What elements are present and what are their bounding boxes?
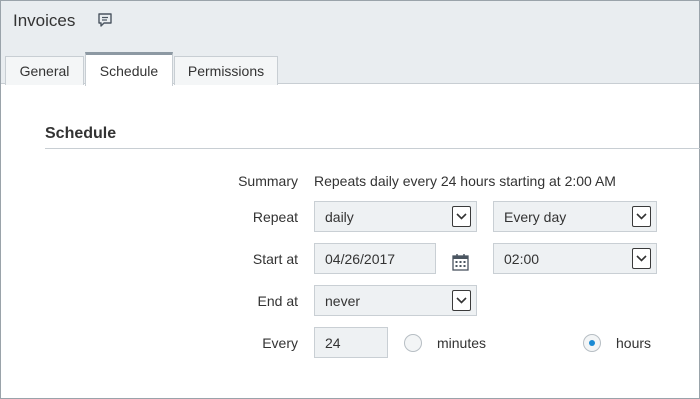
every-label: Every (262, 335, 298, 351)
minutes-radio-label[interactable]: minutes (437, 335, 486, 351)
minutes-radio[interactable] (404, 334, 422, 352)
dialog-frame: Invoices General Schedule Permissions Sc… (0, 0, 700, 399)
section-title: Schedule (45, 125, 117, 142)
chevron-down-icon[interactable] (632, 248, 651, 269)
header-bar: Invoices General Schedule Permissions (1, 1, 699, 86)
start-time-select[interactable]: 02:00 (493, 243, 657, 274)
window-title: Invoices (13, 11, 76, 30)
chevron-down-icon[interactable] (452, 290, 471, 311)
tab-general[interactable]: General (5, 56, 84, 85)
tab-schedule[interactable]: Schedule (85, 52, 173, 86)
every-value-input[interactable]: 24 (314, 327, 388, 358)
chevron-down-icon[interactable] (452, 206, 471, 227)
repeat-frequency-select[interactable]: daily (314, 201, 477, 232)
hours-radio-label[interactable]: hours (616, 335, 651, 351)
tab-permissions[interactable]: Permissions (174, 56, 278, 85)
select-value: 02:00 (504, 250, 540, 267)
select-value: never (325, 292, 361, 309)
start-date-input[interactable]: 04/26/2017 (314, 243, 436, 274)
select-value: Every day (504, 208, 567, 225)
summary-label: Summary (238, 173, 298, 189)
tab-label: Schedule (99, 62, 159, 79)
input-value: 24 (325, 334, 341, 351)
summary-text: Repeats daily every 24 hours starting at… (314, 173, 616, 189)
repeat-interval-select[interactable]: Every day (493, 201, 657, 232)
section-divider (45, 148, 700, 149)
end-at-select[interactable]: never (314, 285, 477, 316)
tab-label: Permissions (187, 63, 265, 79)
comment-icon[interactable] (97, 12, 113, 28)
calendar-icon[interactable] (452, 253, 469, 271)
repeat-label: Repeat (252, 209, 298, 225)
input-value: 04/26/2017 (325, 250, 396, 267)
end-at-label: End at (257, 293, 298, 309)
start-at-label: Start at (252, 251, 298, 267)
tab-label: General (19, 63, 70, 79)
select-value: daily (325, 208, 354, 225)
chevron-down-icon[interactable] (632, 206, 651, 227)
hours-radio[interactable] (583, 334, 601, 352)
